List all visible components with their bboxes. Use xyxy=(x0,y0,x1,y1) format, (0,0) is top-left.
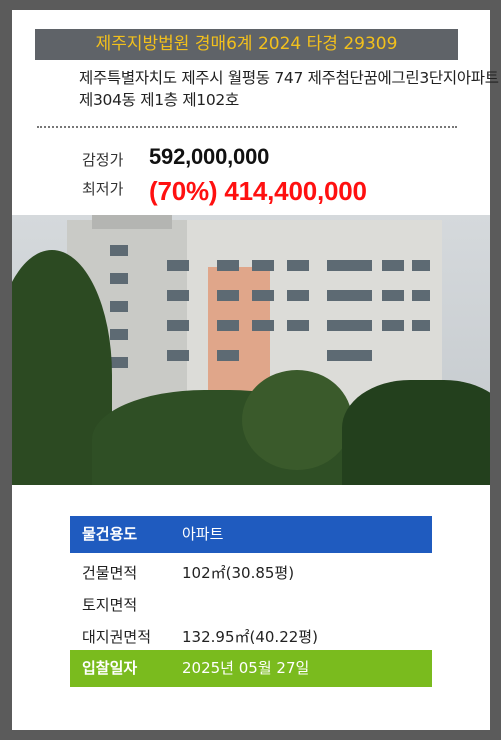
minimum-price-value: (70%) 414,400,000 xyxy=(149,176,367,206)
bid-date-value: 2025년 05월 27일 xyxy=(182,659,310,677)
bid-date-row: 입찰일자 2025년 05월 27일 xyxy=(70,650,432,687)
usage-row: 물건용도 아파트 xyxy=(70,516,432,553)
minimum-price-label: 최저가 xyxy=(82,180,124,198)
divider xyxy=(37,126,457,128)
usage-label: 물건용도 xyxy=(82,525,138,543)
bid-date-label: 입찰일자 xyxy=(82,659,138,677)
case-title: 제주지방법원 경매6계 2024 타경 29309 xyxy=(35,29,458,60)
appraisal-price-value: 592,000,000 xyxy=(149,144,270,169)
property-photo xyxy=(12,215,490,485)
usage-value: 아파트 xyxy=(182,525,224,543)
appraisal-price-label: 감정가 xyxy=(82,151,124,169)
property-address: 제주특별자치도 제주시 월평동 747 제주첨단꿈에그린3단지아파트 제304동… xyxy=(79,69,499,109)
auction-card: 제주지방법원 경매6계 2024 타경 29309 제주특별자치도 제주시 월평… xyxy=(12,10,499,730)
